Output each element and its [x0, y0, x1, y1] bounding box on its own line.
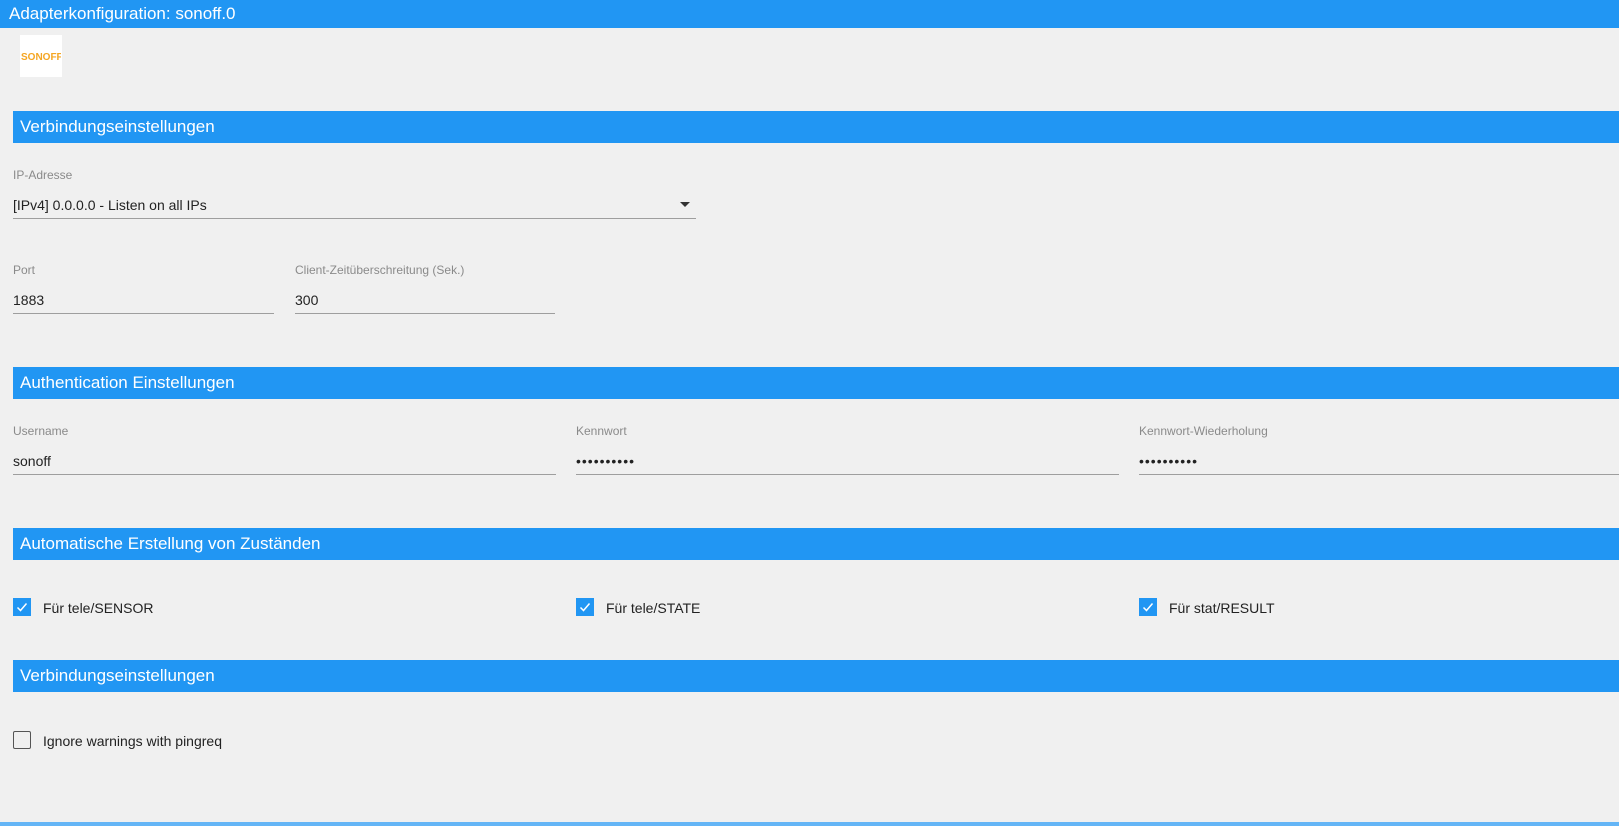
username-field[interactable]: Username sonoff: [13, 424, 556, 480]
checkmark-icon: [16, 603, 28, 612]
ip-address-select[interactable]: IP-Adresse [IPv4] 0.0.0.0 - Listen on al…: [13, 168, 696, 224]
window-title: Adapterkonfiguration: sonoff.0: [0, 0, 1619, 28]
section-header-states: Automatische Erstellung von Zuständen: [13, 528, 1619, 560]
ip-address-label: IP-Adresse: [13, 168, 73, 182]
checkbox-tele-sensor[interactable]: [13, 598, 31, 616]
checkbox-tele-state[interactable]: [576, 598, 594, 616]
checkbox-ignore-pingreq[interactable]: [13, 731, 31, 749]
username-label: Username: [13, 424, 69, 438]
checkbox-stat-result[interactable]: [1139, 598, 1157, 616]
port-input[interactable]: 1883: [13, 287, 274, 314]
checkmark-icon: [1142, 603, 1154, 612]
checkbox-tele-sensor-label[interactable]: Für tele/SENSOR: [43, 600, 153, 616]
section-header-connection: Verbindungseinstellungen: [13, 111, 1619, 143]
client-timeout-field[interactable]: Client-Zeitüberschreitung (Sek.) 300: [295, 263, 555, 319]
password-input[interactable]: ••••••••••: [576, 448, 1119, 475]
password-field[interactable]: Kennwort ••••••••••: [576, 424, 1119, 480]
checkbox-stat-result-label[interactable]: Für stat/RESULT: [1169, 600, 1275, 616]
section-header-auth: Authentication Einstellungen: [13, 367, 1619, 399]
password-repeat-label: Kennwort-Wiederholung: [1139, 424, 1268, 438]
checkbox-ignore-pingreq-label[interactable]: Ignore warnings with pingreq: [43, 733, 222, 749]
sonoff-logo: SONOFF: [20, 35, 62, 77]
checkbox-tele-state-label[interactable]: Für tele/STATE: [606, 600, 700, 616]
client-timeout-input[interactable]: 300: [295, 287, 555, 314]
password-repeat-input[interactable]: ••••••••••: [1139, 448, 1619, 475]
password-label: Kennwort: [576, 424, 627, 438]
client-timeout-label: Client-Zeitüberschreitung (Sek.): [295, 263, 465, 277]
section-header-connection-2: Verbindungseinstellungen: [13, 660, 1619, 692]
ip-address-value[interactable]: [IPv4] 0.0.0.0 - Listen on all IPs: [13, 192, 696, 219]
chevron-down-icon[interactable]: [680, 202, 690, 207]
checkmark-icon: [579, 603, 591, 612]
bottom-divider: [0, 822, 1619, 826]
port-field[interactable]: Port 1883: [13, 263, 274, 319]
port-label: Port: [13, 263, 36, 277]
logo-text: SONOFF: [21, 52, 61, 63]
password-repeat-field[interactable]: Kennwort-Wiederholung ••••••••••: [1139, 424, 1619, 480]
username-input[interactable]: sonoff: [13, 448, 556, 475]
